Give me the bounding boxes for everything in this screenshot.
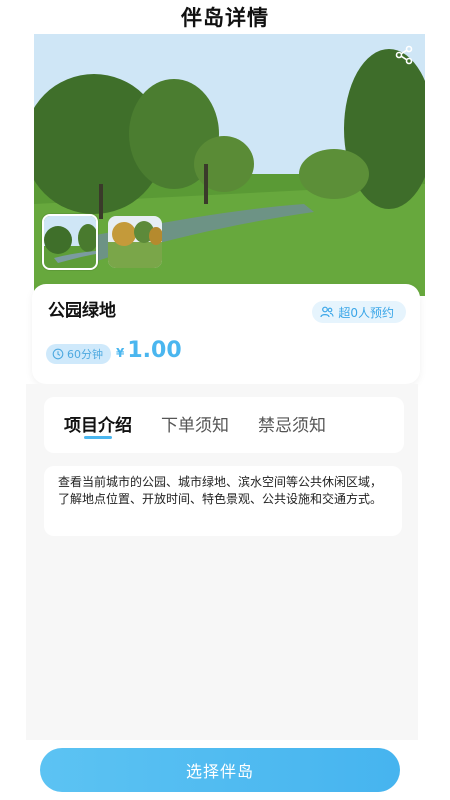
share-icon	[395, 45, 413, 65]
thumbnail-image	[44, 216, 96, 268]
users-icon	[320, 306, 334, 318]
tab-order-notice[interactable]: 下单须知	[161, 411, 229, 436]
nav-header: 伴岛详情	[0, 0, 450, 34]
booking-count-badge: 超0人预约	[312, 301, 406, 323]
select-companion-label: 选择伴岛	[185, 762, 254, 781]
booking-count-text: 超0人预约	[338, 305, 394, 320]
select-companion-button[interactable]: 选择伴岛	[40, 748, 400, 792]
duration-badge: 60分钟	[46, 344, 111, 364]
detail-tabs: 项目介绍 下单须知 禁忌须知	[44, 397, 404, 453]
description-card: 查看当前城市的公园、城市绿地、滨水空间等公共休闲区域，了解地点位置、开放时间、特…	[44, 466, 402, 536]
clock-icon	[52, 348, 64, 360]
price: ¥ 1.00	[116, 338, 182, 363]
share-button[interactable]	[393, 44, 415, 66]
service-info-card: 公园绿地 超0人预约 60分钟 ¥ 1.00	[32, 284, 420, 384]
service-name: 公园绿地	[48, 301, 116, 321]
tab-project-intro[interactable]: 项目介绍	[64, 411, 132, 436]
page-title: 伴岛详情	[181, 6, 269, 30]
thumbnail-image	[108, 216, 162, 268]
active-tab-indicator	[84, 436, 112, 439]
description-text: 查看当前城市的公园、城市绿地、滨水空间等公共休闲区域，了解地点位置、开放时间、特…	[58, 475, 383, 506]
thumbnail-2[interactable]	[108, 216, 162, 268]
price-value: 1.00	[127, 338, 182, 363]
thumbnail-1[interactable]	[42, 214, 98, 270]
price-currency: ¥	[116, 346, 125, 360]
tab-taboo-notice[interactable]: 禁忌须知	[258, 411, 326, 436]
duration-text: 60分钟	[67, 348, 103, 361]
detail-page: 伴岛详情 公园绿地 超0人预约 60分钟 ¥ 1.00 项目介绍 下单须知 禁忌…	[0, 0, 450, 800]
